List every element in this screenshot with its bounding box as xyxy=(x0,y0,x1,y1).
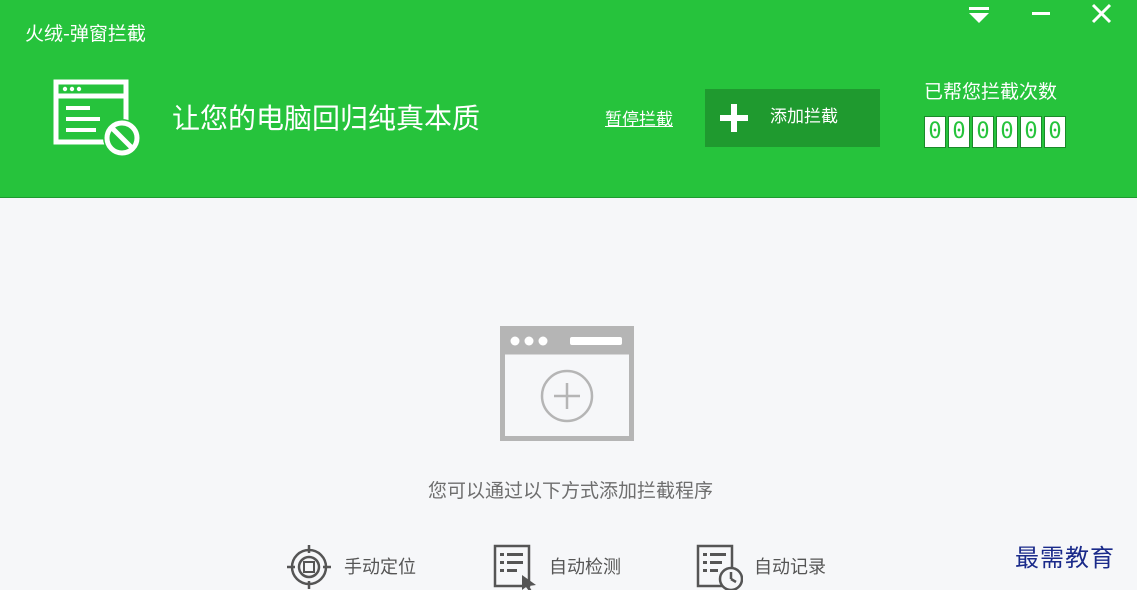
watermark-text: 最需教育 xyxy=(1015,544,1115,572)
app-title: 火绒-弹窗拦截 xyxy=(25,23,146,45)
list-cursor-icon xyxy=(493,544,536,590)
plus-icon xyxy=(720,104,748,132)
slogan-text: 让您的电脑回归纯真本质 xyxy=(172,102,481,135)
minimize-button[interactable] xyxy=(1021,0,1061,30)
block-counter: 0 0 0 0 0 0 xyxy=(924,116,1066,148)
counter-digit: 0 xyxy=(1020,116,1042,148)
auto-record-option[interactable]: 自动记录 xyxy=(695,541,845,590)
add-block-label: 添加拦截 xyxy=(770,107,838,127)
list-clock-icon xyxy=(696,544,743,590)
counter-digit: 0 xyxy=(996,116,1018,148)
close-icon xyxy=(1091,3,1112,24)
counter-digit: 0 xyxy=(972,116,994,148)
block-count-label: 已帮您拦截次数 xyxy=(924,81,1058,103)
menu-icon xyxy=(969,7,989,23)
header-banner: 火绒-弹窗拦截 让您的电脑回归纯真本质 暂停拦截 添加拦截 已帮您拦截次数 0 … xyxy=(0,0,1137,198)
counter-digit: 0 xyxy=(948,116,970,148)
auto-detect-label: 自动检测 xyxy=(549,557,621,578)
close-button[interactable] xyxy=(1082,0,1122,30)
counter-digit: 0 xyxy=(924,116,946,148)
empty-window-add-icon xyxy=(500,326,634,441)
counter-digit: 0 xyxy=(1044,116,1066,148)
manual-locate-label: 手动定位 xyxy=(344,557,416,578)
app-window: 火绒-弹窗拦截 让您的电脑回归纯真本质 暂停拦截 添加拦截 已帮您拦截次数 0 … xyxy=(0,0,1137,590)
add-method-hint: 您可以通过以下方式添加拦截程序 xyxy=(0,478,1137,504)
add-block-button[interactable]: 添加拦截 xyxy=(705,89,880,147)
crosshair-icon xyxy=(287,545,331,589)
auto-detect-option[interactable]: 自动检测 xyxy=(492,541,642,590)
auto-record-label: 自动记录 xyxy=(754,557,826,578)
popup-block-logo-icon xyxy=(53,79,141,157)
minimize-icon xyxy=(1032,12,1050,15)
pause-blocking-link[interactable]: 暂停拦截 xyxy=(605,109,673,131)
manual-locate-option[interactable]: 手动定位 xyxy=(286,541,436,590)
menu-button[interactable] xyxy=(959,0,999,30)
hint-text: 您可以通过以下方式添加拦截程序 xyxy=(427,480,713,502)
